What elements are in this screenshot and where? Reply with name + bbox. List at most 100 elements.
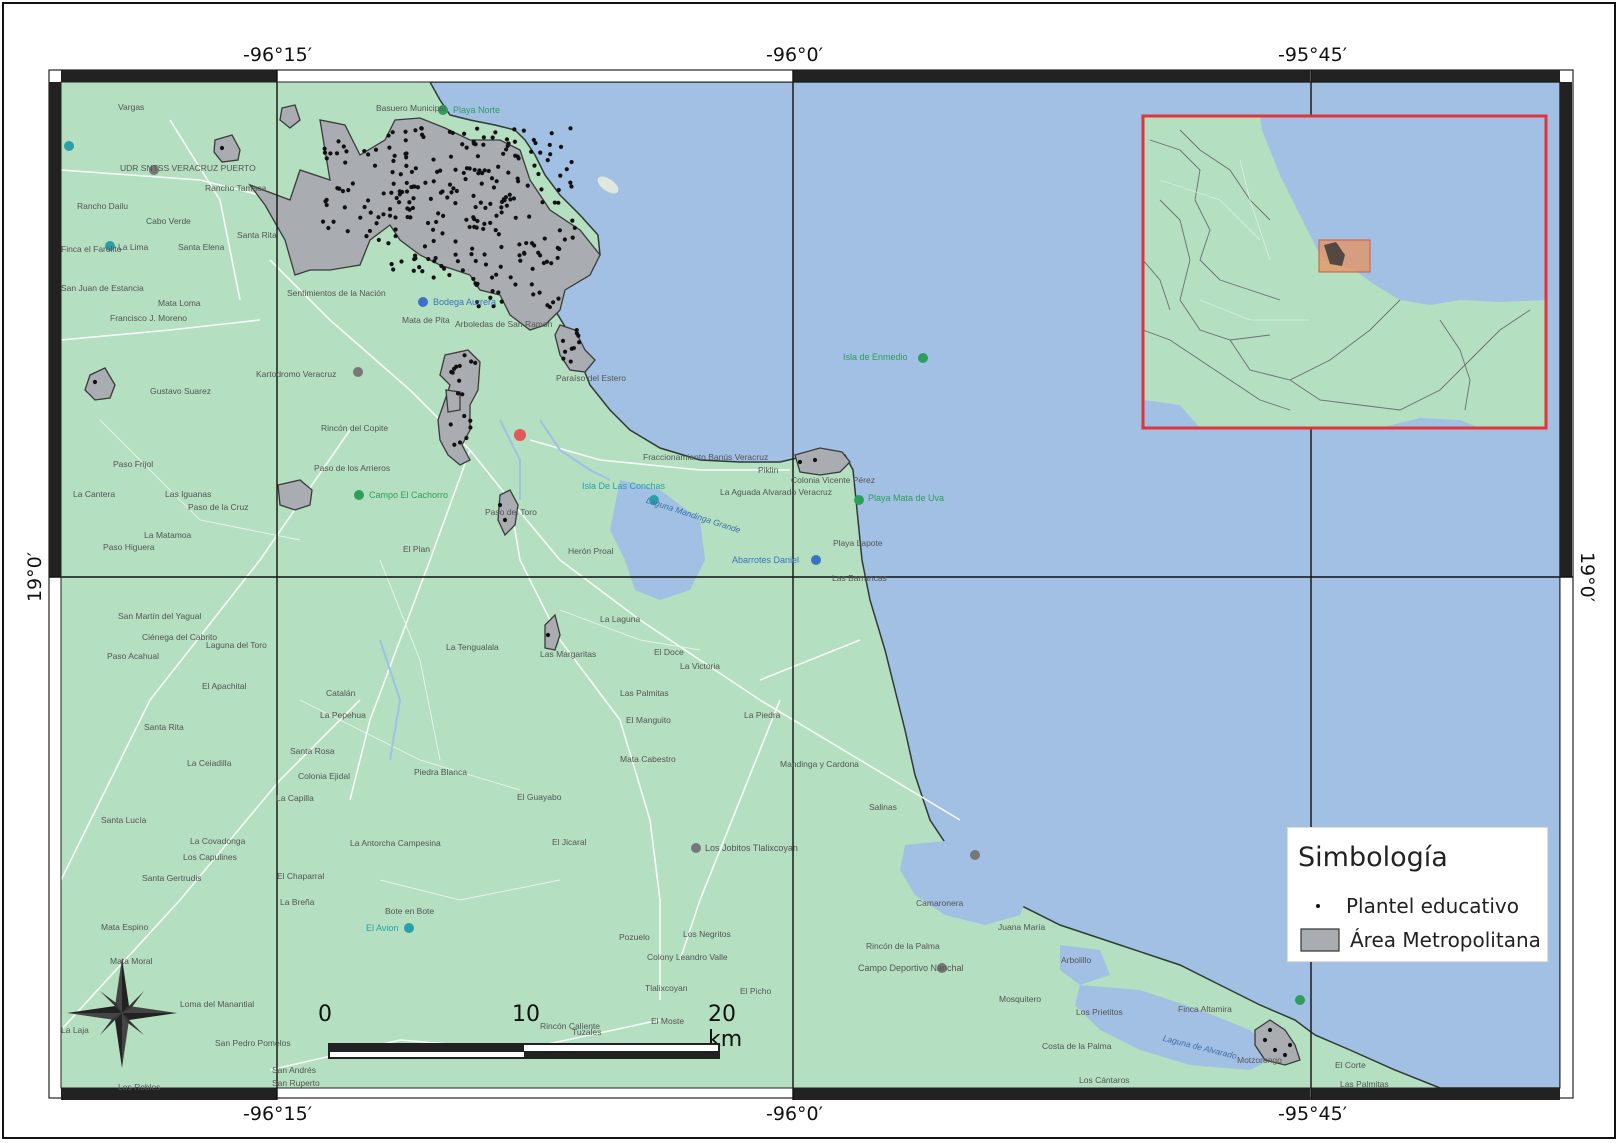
place-label: La Lima (118, 242, 149, 252)
school-point (525, 183, 530, 188)
school-point (328, 151, 333, 156)
school-point (512, 127, 517, 132)
place-label: Las Barrancas (832, 573, 887, 583)
grid-label-bottom-1: -96°15′ (243, 1103, 313, 1125)
place-label: San Andrés (272, 1065, 316, 1075)
school-point (453, 200, 458, 206)
school-point (517, 253, 522, 258)
school-point (404, 189, 410, 194)
school-point (496, 232, 501, 237)
school-point (450, 130, 455, 136)
school-point (448, 422, 453, 427)
place-label: Mata Espino (101, 922, 149, 932)
school-point (503, 195, 509, 200)
school-point (322, 150, 328, 155)
legend: Simbología Plantel educativo Área Metrop… (1287, 827, 1548, 962)
school-point (503, 147, 509, 152)
school-point (576, 333, 581, 338)
place-label: Kartodromo Veracruz (256, 369, 337, 379)
school-point (455, 391, 461, 396)
place-label: Las Iguanas (165, 489, 212, 499)
school-point (496, 290, 501, 295)
school-point (516, 156, 521, 161)
poi-label: Campo Deportivo Nanchal (858, 963, 964, 973)
school-point (556, 296, 561, 301)
school-point (1267, 1027, 1273, 1033)
school-point (403, 129, 408, 134)
school-point (344, 149, 349, 154)
legend-item-label: Plantel educativo (1346, 894, 1520, 918)
scale-bar-graphic (328, 1043, 720, 1059)
school-point (524, 240, 529, 246)
school-point (462, 353, 467, 358)
place-label: Colonia Ejidal (298, 771, 350, 781)
school-point (545, 158, 550, 163)
school-point (529, 282, 534, 287)
school-point (397, 189, 402, 194)
school-point (334, 151, 340, 156)
place-label: Camaronera (916, 898, 964, 908)
school-point (431, 275, 436, 280)
legend-item-point: Plantel educativo (1300, 892, 1519, 920)
school-point (508, 275, 513, 280)
school-point (447, 272, 452, 278)
school-point (92, 379, 98, 385)
school-point (448, 154, 454, 159)
school-point (358, 215, 363, 220)
place-label: Las Palmitas (620, 688, 669, 698)
legend-item-polygon: Área Metropolitana (1300, 926, 1541, 954)
school-point (449, 190, 454, 195)
school-point (1282, 1052, 1288, 1058)
school-point (425, 220, 431, 226)
place-label: El Manguito (626, 715, 671, 725)
place-label: Cabo Verde (146, 216, 191, 226)
school-point (413, 128, 418, 133)
school-point (488, 201, 493, 206)
school-point (536, 250, 541, 255)
school-point (324, 156, 329, 161)
school-point (570, 235, 575, 240)
school-point (537, 290, 542, 295)
school-point (387, 145, 392, 150)
school-point (557, 228, 562, 233)
scale-bar: 0 10 20 km (318, 1000, 742, 1070)
school-point (393, 227, 398, 232)
school-point (398, 172, 403, 177)
place-label: El Jicaral (552, 837, 587, 847)
school-point (457, 440, 463, 445)
school-point (345, 229, 350, 234)
place-label: Mata de Pita (402, 315, 450, 325)
school-point (389, 190, 394, 195)
school-point (407, 200, 412, 205)
school-point (430, 227, 436, 232)
place-label: La Antorcha Campesina (350, 838, 441, 848)
school-point (504, 137, 510, 142)
place-label: Los Capulines (183, 852, 237, 862)
school-point (504, 203, 509, 208)
point-symbol-icon (1316, 904, 1320, 908)
school-point (445, 195, 450, 200)
school-point (394, 195, 399, 201)
place-label: Mandinga y Cardona (780, 759, 859, 769)
place-label: Pozuelo (619, 932, 650, 942)
school-point (219, 145, 225, 151)
place-label: El Plan (403, 544, 430, 554)
school-point (389, 262, 394, 267)
school-point (550, 300, 556, 305)
place-label: La Tengualala (446, 642, 499, 652)
school-point (431, 157, 436, 162)
place-label: Santa Elena (178, 242, 225, 252)
school-point (489, 275, 495, 280)
school-point (478, 200, 483, 205)
place-label: La Capilla (276, 793, 314, 803)
school-point (529, 149, 534, 154)
school-point (364, 233, 369, 239)
school-point (555, 255, 560, 261)
school-point (387, 213, 393, 218)
school-point (322, 146, 327, 151)
place-label: La Victoria (680, 661, 721, 671)
place-label: Mata Loma (158, 298, 201, 308)
school-point (323, 199, 328, 204)
school-point (411, 196, 416, 201)
poi-label: Bodega Aurrera (433, 297, 497, 307)
